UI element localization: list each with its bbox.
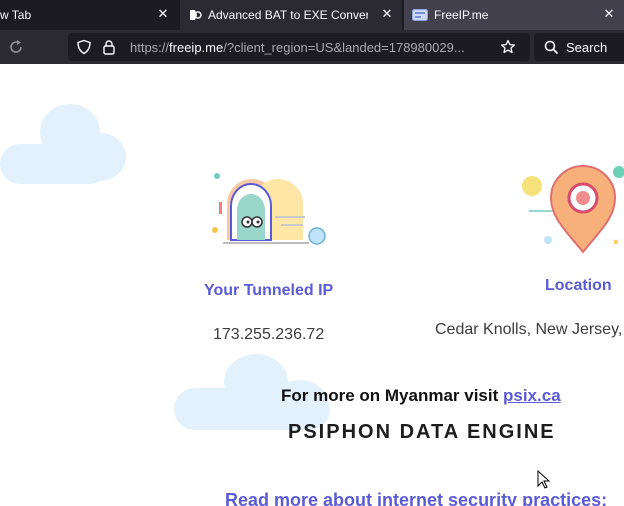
tab-freeip[interactable]: FreeIP.me ✕ [404, 0, 624, 30]
lock-icon[interactable] [102, 39, 116, 55]
nav-toolbar: https://freeip.me/?client_region=US&land… [0, 30, 624, 64]
url-path: /?client_region=US&landed=178980029... [223, 40, 465, 55]
url-bar[interactable]: https://freeip.me/?client_region=US&land… [68, 33, 530, 61]
ip-value: 173.255.236.72 [213, 326, 325, 343]
location-pin-icon [522, 165, 624, 254]
cloud-illustration [0, 104, 126, 184]
visit-prefix: For more on Myanmar visit [281, 386, 503, 405]
location-heading: Location [545, 277, 612, 294]
search-box[interactable]: Search [534, 33, 624, 61]
psix-link[interactable]: psix.ca [503, 386, 561, 405]
tunnel-icon [212, 173, 326, 245]
tab-bat-to-exe[interactable]: Advanced BAT to EXE Converter ✕ [180, 0, 402, 30]
read-more-link[interactable]: Read more about internet security practi… [225, 490, 607, 506]
site-favicon-icon [190, 10, 202, 20]
psiphon-brand-logo: PSIPHON DATA ENGINE [288, 421, 556, 443]
search-label: Search [566, 40, 608, 55]
tab-new-tab[interactable]: w Tab ✕ [0, 0, 178, 30]
site-favicon-icon [412, 9, 428, 21]
search-icon [544, 40, 559, 55]
tab-title: w Tab [0, 8, 32, 22]
visit-text: For more on Myanmar visit psix.ca [281, 386, 561, 406]
tab-strip: w Tab ✕ Advanced BAT to EXE Converter ✕ … [0, 0, 624, 30]
reload-icon[interactable] [7, 38, 25, 56]
url-domain: freeip.me [169, 40, 224, 55]
shield-icon[interactable] [76, 39, 92, 55]
page-content: Your Tunneled IP 173.255.236.72 Location… [0, 64, 624, 506]
ip-heading: Your Tunneled IP [204, 282, 334, 299]
tab-title: Advanced BAT to EXE Converter [208, 8, 368, 22]
close-icon[interactable]: ✕ [602, 6, 616, 21]
close-icon[interactable]: ✕ [380, 6, 394, 21]
url-text[interactable]: https://freeip.me/?client_region=US&land… [130, 40, 487, 55]
close-icon[interactable]: ✕ [156, 6, 170, 21]
star-icon[interactable] [500, 39, 516, 55]
location-value: Cedar Knolls, New Jersey, [435, 321, 623, 338]
url-scheme: https:// [130, 40, 170, 55]
tab-title: FreeIP.me [434, 8, 489, 22]
mouse-cursor-icon [537, 470, 551, 489]
